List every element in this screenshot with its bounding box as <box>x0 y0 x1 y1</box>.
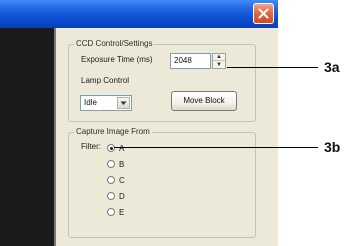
ccd-control-legend: CCD Control/Settings <box>74 38 155 50</box>
filter-a-label: A <box>119 144 125 153</box>
close-icon <box>258 8 269 19</box>
spin-down-icon[interactable]: ▼ <box>213 61 225 68</box>
exposure-time-field[interactable]: 2048 <box>170 53 211 69</box>
move-block-button[interactable]: Move Block <box>171 91 237 111</box>
chevron-down-icon[interactable] <box>117 97 130 109</box>
lamp-control-value: Idle <box>84 98 97 107</box>
filter-b-radio[interactable] <box>107 160 115 168</box>
filter-c-radio[interactable] <box>107 176 115 184</box>
callout-label-3b: 3b <box>324 139 341 155</box>
callout-line-3a <box>227 67 318 68</box>
filter-b-label: B <box>119 160 125 169</box>
exposure-time-spinner[interactable]: ▲ ▼ <box>212 53 226 69</box>
callout-label-3a: 3a <box>324 59 340 75</box>
filter-c-label: C <box>119 176 125 185</box>
close-button[interactable] <box>253 3 274 24</box>
capture-image-legend: Capture Image From <box>74 126 152 138</box>
filter-e-radio[interactable] <box>107 208 115 216</box>
lamp-control-select[interactable]: Idle <box>80 95 132 111</box>
filter-d-radio[interactable] <box>107 192 115 200</box>
filter-d-label: D <box>119 192 125 201</box>
ccd-control-group: CCD Control/Settings Exposure Time (ms) … <box>68 38 256 122</box>
filter-a-radio[interactable] <box>107 144 115 152</box>
screenshot-stage: CCD Control/Settings Exposure Time (ms) … <box>0 0 354 246</box>
exposure-time-value: 2048 <box>174 56 192 65</box>
lamp-control-label: Lamp Control <box>81 76 130 85</box>
exposure-time-label: Exposure Time (ms) <box>81 55 153 64</box>
filter-e-label: E <box>119 208 125 217</box>
move-block-label: Move Block <box>183 96 225 105</box>
filter-label: Filter: <box>81 142 101 151</box>
callout-line-3b <box>114 147 318 148</box>
spin-up-icon[interactable]: ▲ <box>213 54 225 61</box>
dialog-window: CCD Control/Settings Exposure Time (ms) … <box>0 0 278 246</box>
image-preview-panel <box>0 28 56 246</box>
title-bar <box>0 0 278 28</box>
